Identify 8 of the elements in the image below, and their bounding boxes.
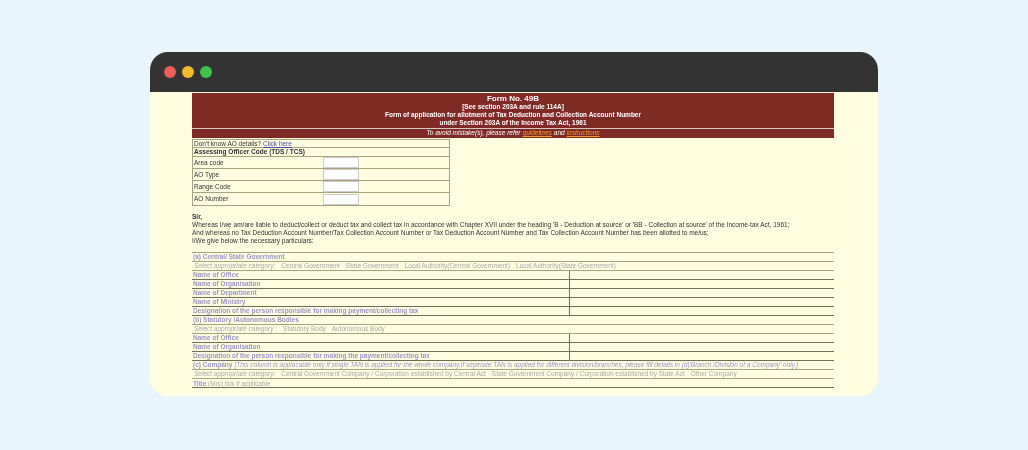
form-title: Form No. 49B <box>486 94 540 103</box>
input-field[interactable] <box>323 181 359 192</box>
window-control-icon[interactable] <box>182 66 194 78</box>
window-control-icon[interactable] <box>164 66 176 78</box>
input-field[interactable] <box>323 157 359 168</box>
window-control-icon[interactable] <box>200 66 212 78</box>
input-field[interactable] <box>323 193 359 205</box>
input-field[interactable] <box>323 169 359 180</box>
